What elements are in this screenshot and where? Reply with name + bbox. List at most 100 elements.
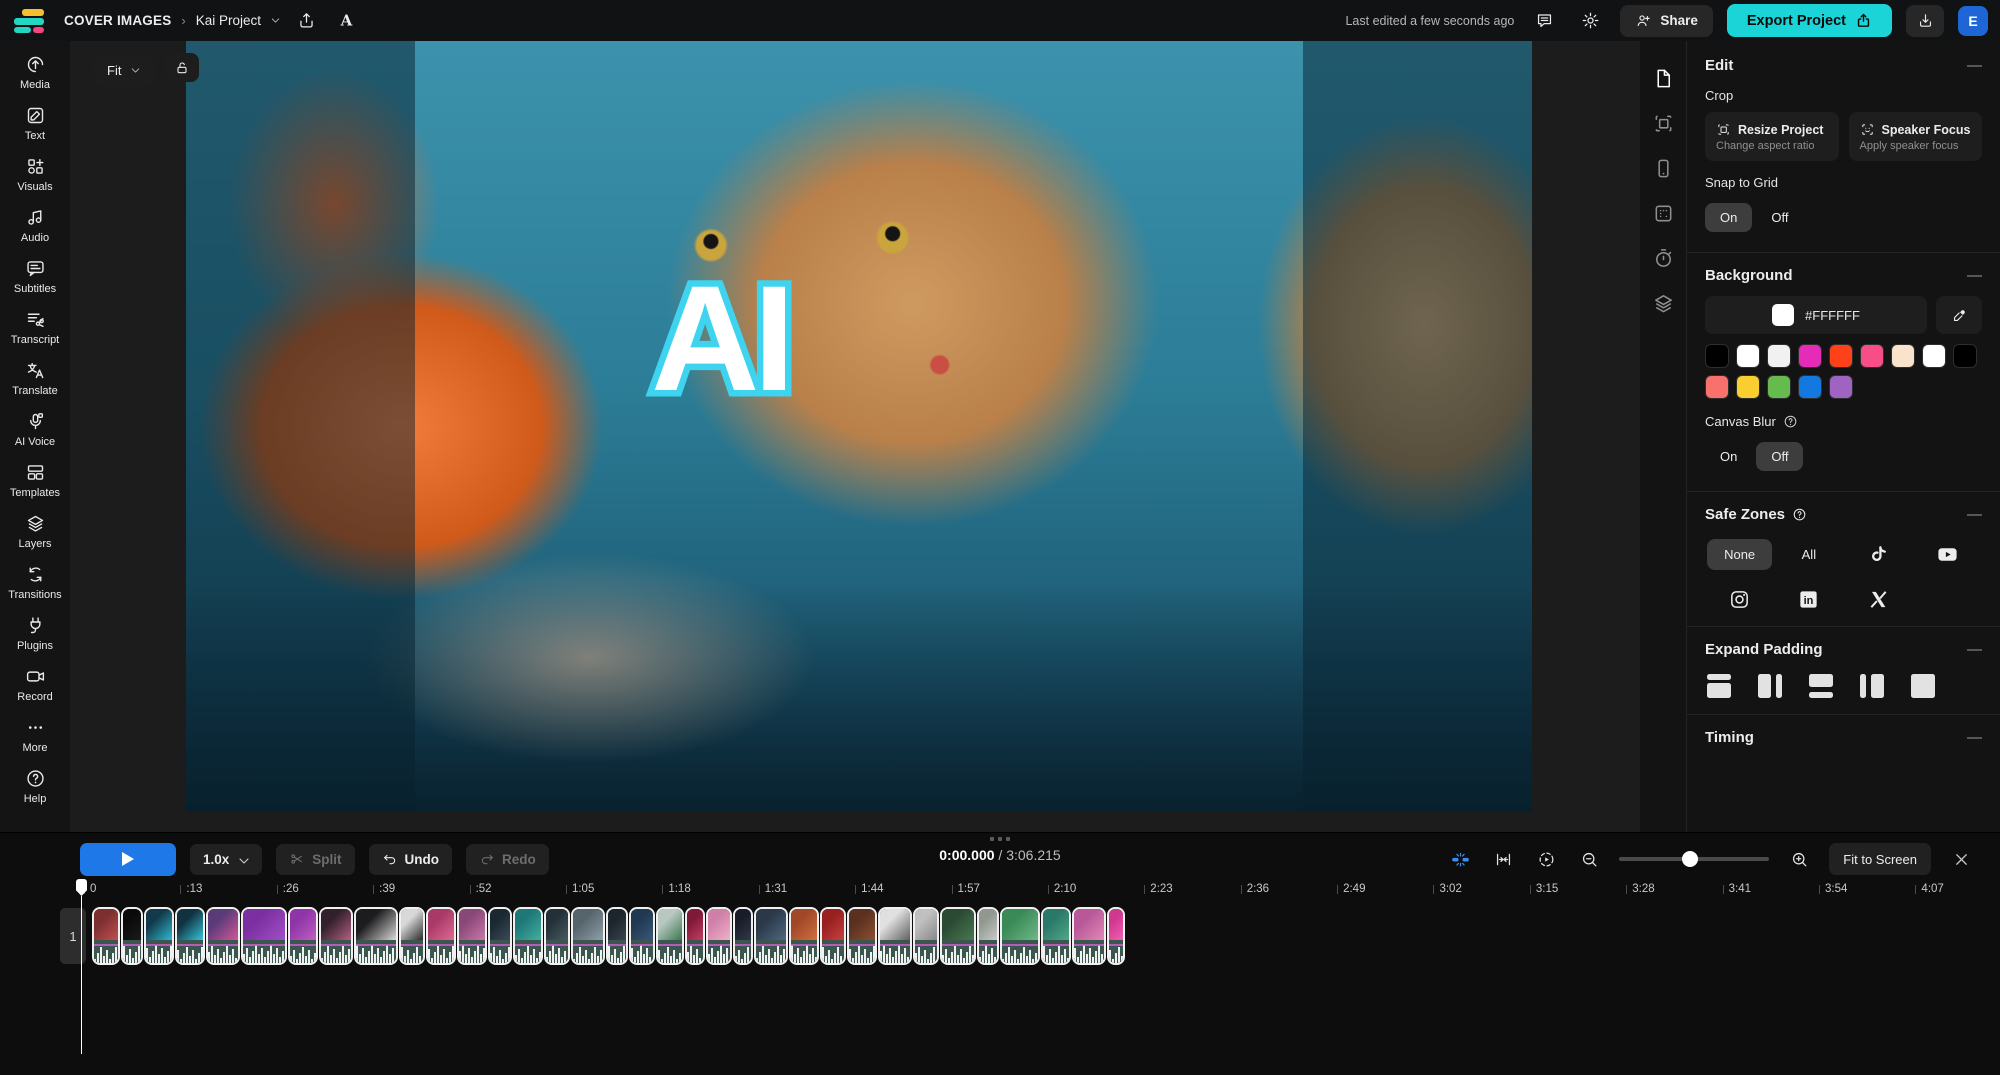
timeline-clip[interactable] — [913, 907, 939, 965]
collapse-timing-icon[interactable]: — — [1967, 729, 1982, 746]
color-swatch[interactable] — [1705, 375, 1729, 399]
timeline-clip[interactable] — [629, 907, 655, 965]
timeline-clip[interactable] — [241, 907, 287, 965]
publish-icon[interactable] — [290, 6, 322, 36]
brand-kit-icon[interactable]: A — [330, 6, 362, 36]
timeline-clip[interactable] — [733, 907, 753, 965]
safe-zone-all-button[interactable]: All — [1785, 539, 1833, 570]
auto-scroll-icon[interactable] — [1533, 846, 1559, 872]
blur-off-option[interactable]: Off — [1756, 442, 1804, 471]
color-swatch[interactable] — [1829, 344, 1853, 368]
ruler-tick[interactable]: 1:44 — [855, 877, 951, 901]
ruler-tick[interactable]: :39 — [373, 877, 469, 901]
timeline-clip[interactable] — [1107, 907, 1125, 965]
help-question-icon[interactable] — [1783, 414, 1798, 429]
timeline-clip[interactable] — [457, 907, 487, 965]
export-project-button[interactable]: Export Project — [1726, 4, 1892, 37]
color-swatch[interactable] — [1767, 344, 1791, 368]
play-button[interactable] — [80, 842, 176, 876]
ruler-tick[interactable]: 3:41 — [1722, 877, 1819, 901]
collapse-safe-zones-icon[interactable]: — — [1967, 506, 1982, 523]
color-swatch[interactable] — [1705, 344, 1729, 368]
sidebar-item-transcript[interactable]: Transcript — [1, 302, 69, 353]
comments-icon[interactable] — [1528, 6, 1560, 36]
ruler-tick[interactable]: 2:10 — [1047, 877, 1144, 901]
playhead-marker[interactable] — [76, 879, 87, 896]
speaker-focus-button[interactable]: Speaker Focus Apply speaker focus — [1848, 112, 1982, 161]
timeline-clip[interactable] — [878, 907, 912, 965]
sidebar-item-audio[interactable]: Audio — [1, 200, 69, 251]
panel-tab-timer-icon[interactable] — [1648, 243, 1678, 273]
collapse-edit-icon[interactable]: — — [1967, 57, 1982, 74]
zoom-in-icon[interactable] — [1786, 846, 1812, 872]
panel-tab-resize-icon[interactable] — [1648, 108, 1678, 138]
sidebar-item-plugins[interactable]: Plugins — [1, 608, 69, 659]
help-question-icon[interactable] — [1792, 507, 1807, 522]
color-swatch[interactable] — [1891, 344, 1915, 368]
sidebar-item-subtitles[interactable]: Subtitles — [1, 251, 69, 302]
video-canvas[interactable]: AI — [186, 41, 1532, 812]
share-button[interactable]: Share — [1620, 4, 1713, 37]
color-swatch[interactable] — [1860, 344, 1884, 368]
timeline-clip[interactable] — [977, 907, 999, 965]
color-swatch[interactable] — [1798, 344, 1822, 368]
close-timeline-icon[interactable] — [1948, 846, 1974, 872]
ruler-tick[interactable]: 1:18 — [662, 877, 758, 901]
timeline-clip[interactable] — [175, 907, 205, 965]
timeline-clip[interactable] — [754, 907, 788, 965]
timeline-clip[interactable] — [1000, 907, 1040, 965]
background-color-field[interactable]: #FFFFFF — [1705, 296, 1927, 334]
breadcrumb-workspace[interactable]: COVER IMAGES — [64, 13, 171, 28]
timeline-clip[interactable] — [820, 907, 846, 965]
download-button[interactable] — [1906, 4, 1944, 37]
padding-top-icon[interactable] — [1707, 674, 1731, 698]
panel-tab-page-icon[interactable] — [1648, 63, 1678, 93]
instagram-icon[interactable] — [1723, 586, 1757, 612]
x-icon[interactable] — [1861, 586, 1895, 612]
lock-toggle-button[interactable] — [165, 53, 200, 82]
timeline-clip[interactable] — [121, 907, 143, 965]
settings-gear-icon[interactable] — [1574, 6, 1606, 36]
timeline-clip[interactable] — [354, 907, 398, 965]
snap-off-option[interactable]: Off — [1756, 203, 1803, 232]
ruler-tick[interactable]: 1:31 — [758, 877, 855, 901]
blur-on-option[interactable]: On — [1705, 442, 1752, 471]
timeline-clip[interactable] — [92, 907, 120, 965]
sidebar-item-transitions[interactable]: Transitions — [1, 557, 69, 608]
timeline-clip[interactable] — [656, 907, 684, 965]
timeline-clip[interactable] — [206, 907, 240, 965]
ruler-tick[interactable]: 2:36 — [1240, 877, 1337, 901]
split-button[interactable]: Split — [276, 843, 355, 875]
color-swatch[interactable] — [1736, 375, 1760, 399]
ruler-tick[interactable]: 2:23 — [1144, 877, 1240, 901]
timeline-clip[interactable] — [426, 907, 456, 965]
timeline-clip[interactable] — [319, 907, 353, 965]
timeline-zoom-slider[interactable] — [1619, 851, 1770, 867]
timeline-clip[interactable] — [1041, 907, 1071, 965]
timeline-clip[interactable] — [544, 907, 570, 965]
timeline-clip[interactable] — [488, 907, 512, 965]
panel-tab-phone-icon[interactable] — [1648, 153, 1678, 183]
youtube-icon[interactable] — [1930, 542, 1964, 568]
ruler-tick[interactable]: 1:05 — [565, 877, 662, 901]
timeline-clip[interactable] — [513, 907, 543, 965]
panel-tab-layers-icon[interactable] — [1648, 288, 1678, 318]
sidebar-item-record[interactable]: Record — [1, 659, 69, 710]
sidebar-item-text[interactable]: Text — [1, 98, 69, 149]
linkedin-icon[interactable]: in — [1792, 586, 1826, 612]
color-swatch[interactable] — [1767, 375, 1791, 399]
timeline-clip[interactable] — [144, 907, 174, 965]
sidebar-item-ai-voice[interactable]: AI Voice — [1, 404, 69, 455]
padding-all-icon[interactable] — [1911, 674, 1935, 698]
padding-right-icon[interactable] — [1758, 674, 1782, 698]
zoom-out-icon[interactable] — [1576, 846, 1602, 872]
color-swatch[interactable] — [1798, 375, 1822, 399]
sidebar-item-more[interactable]: More — [1, 710, 69, 761]
timeline-clip[interactable] — [288, 907, 318, 965]
timeline-clip[interactable] — [789, 907, 819, 965]
ruler-tick[interactable]: 3:28 — [1626, 877, 1722, 901]
ruler-tick[interactable]: 3:54 — [1819, 877, 1915, 901]
fit-to-screen-button[interactable]: Fit to Screen — [1829, 843, 1931, 875]
eyedropper-button[interactable] — [1936, 296, 1982, 334]
ruler-tick[interactable]: 3:02 — [1433, 877, 1529, 901]
